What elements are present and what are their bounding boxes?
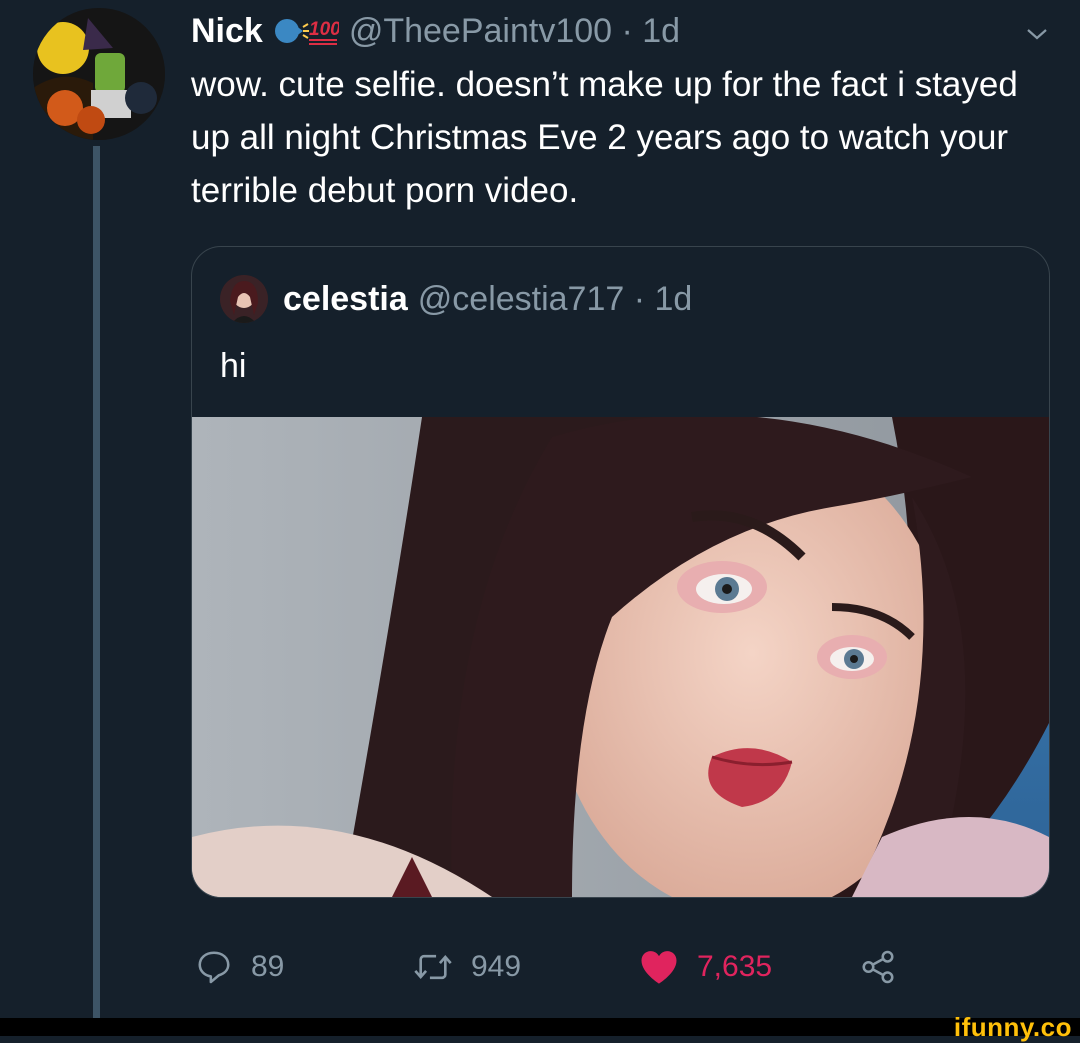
author-avatar[interactable] <box>33 8 165 140</box>
retweet-icon <box>414 954 452 980</box>
tweet-header: Nick 100 @TheePaintv100 · 1d <box>191 8 680 54</box>
quote-photo[interactable] <box>192 414 1049 897</box>
quote-text: hi <box>220 347 247 385</box>
chevron-down-icon[interactable] <box>1025 22 1049 46</box>
quote-header: celestia @celestia717 · 1d <box>220 275 692 323</box>
ifunny-watermark-bar: ifunny.co <box>0 1012 1080 1042</box>
reply-button[interactable]: 89 <box>195 942 284 992</box>
retweet-count: 949 <box>471 950 522 983</box>
retweet-button[interactable]: 949 <box>413 942 521 992</box>
reply-count: 89 <box>251 950 285 983</box>
like-count: 7,635 <box>697 950 773 983</box>
author-handle-time[interactable]: @TheePaintv100 · 1d <box>349 12 680 51</box>
quote-handle-time[interactable]: @celestia717 · 1d <box>418 280 693 319</box>
quote-avatar[interactable] <box>220 275 268 323</box>
ifunny-logo: ifunny.co <box>953 1012 1072 1042</box>
quote-tweet-card[interactable]: celestia @celestia717 · 1d hi <box>191 246 1050 898</box>
speaking-head-hundred-icon: 100 <box>274 19 339 45</box>
quote-display-name[interactable]: celestia <box>283 280 408 319</box>
tweet-text: wow. cute selfie. doesn’t make up for th… <box>191 65 1018 210</box>
reply-icon <box>198 951 230 984</box>
name-emoji: 100 <box>273 11 339 51</box>
thread-line <box>93 146 100 1018</box>
tweet-actions: 89 949 7,635 <box>191 942 911 992</box>
share-icon <box>862 950 894 984</box>
heart-icon <box>641 951 677 984</box>
like-button[interactable]: 7,635 <box>639 942 772 992</box>
share-button[interactable] <box>859 942 897 992</box>
author-display-name[interactable]: Nick <box>191 12 263 51</box>
svg-text:100: 100 <box>309 19 339 40</box>
